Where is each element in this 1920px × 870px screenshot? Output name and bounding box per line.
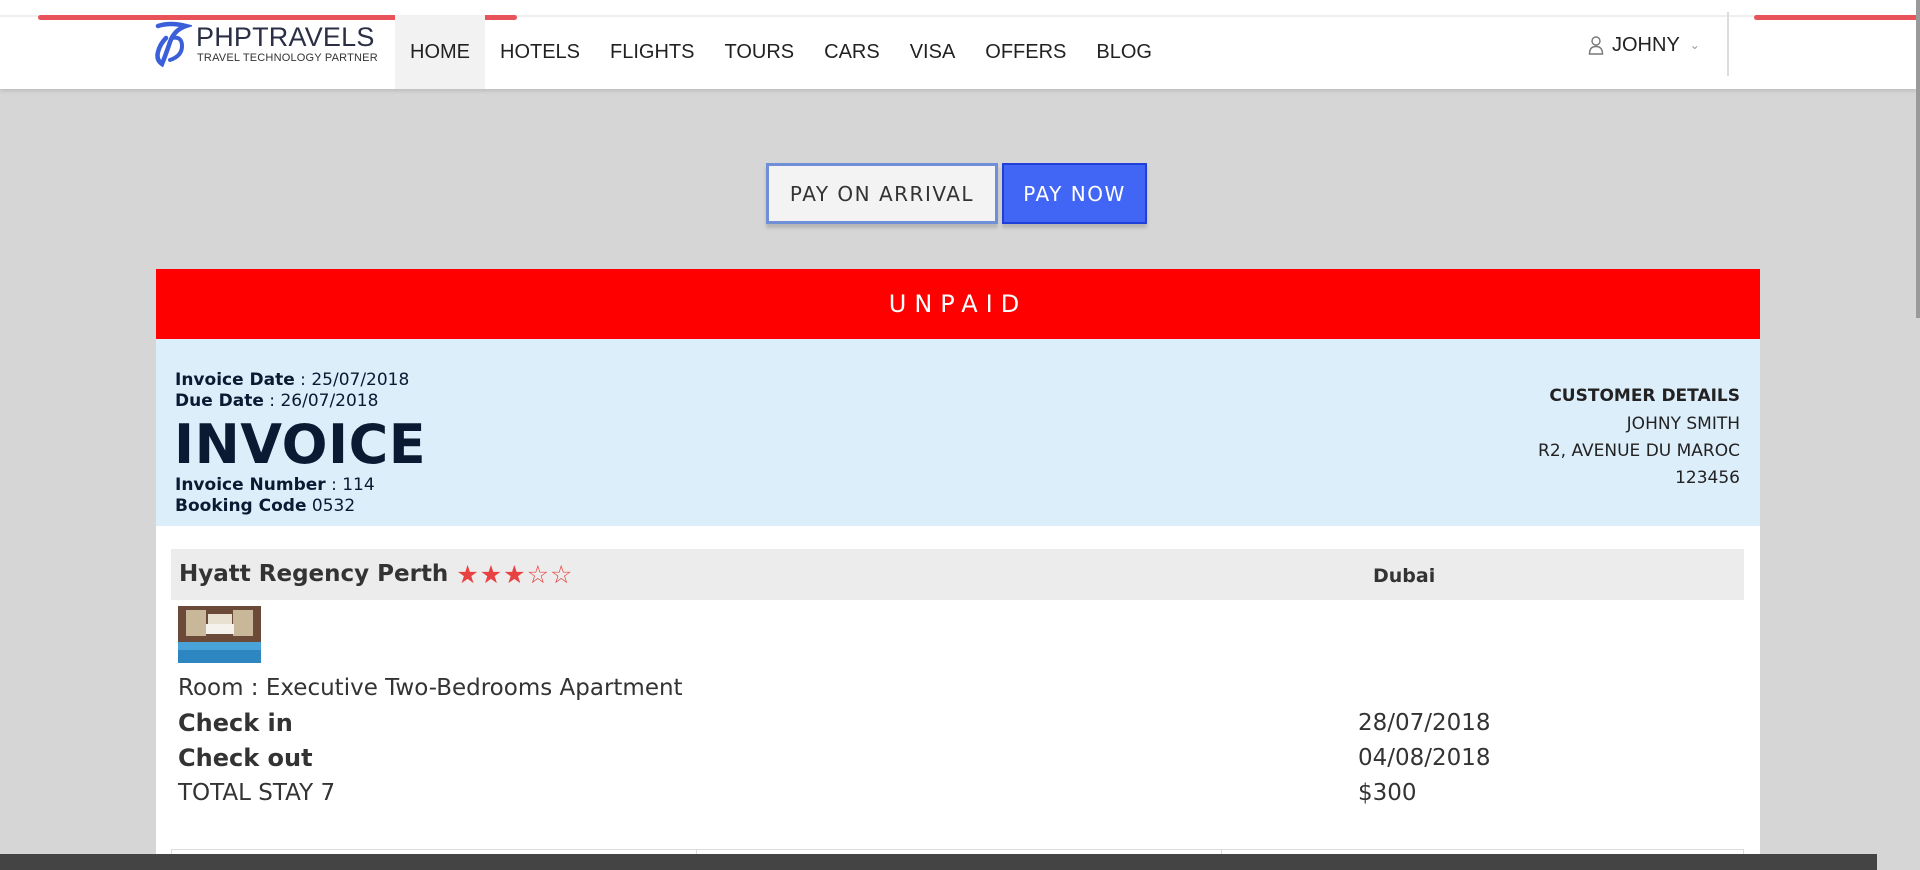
customer-details-title: CUSTOMER DETAILS bbox=[1549, 386, 1740, 406]
customer-address: R2, AVENUE DU MAROC bbox=[1538, 441, 1740, 461]
invoice-date-label: Invoice Date bbox=[175, 370, 295, 390]
total-stay-label: TOTAL STAY 7 bbox=[178, 780, 336, 806]
invoice-body: Hyatt Regency Perth ★ ★ ★ ☆ ☆ Dubai Room… bbox=[156, 526, 1760, 870]
page-load-progress-bar-right bbox=[1754, 15, 1920, 20]
booking-code: 0532 bbox=[311, 496, 356, 516]
nav-cars[interactable]: CARS bbox=[809, 15, 895, 89]
invoice-header: Invoice Date : 25/07/2018 Due Date : 26/… bbox=[156, 339, 1760, 526]
due-date-line: Due Date : 26/07/2018 bbox=[175, 391, 379, 411]
booking-code-label: Booking Code bbox=[175, 496, 307, 516]
hotel-name: Hyatt Regency Perth bbox=[179, 561, 449, 587]
booking-code-line: Booking Code 0532 bbox=[175, 496, 355, 516]
total-price: $300 bbox=[1358, 780, 1417, 806]
nav-visa[interactable]: VISA bbox=[895, 15, 971, 89]
pay-now-button[interactable]: PAY NOW bbox=[1002, 163, 1147, 224]
room-label: Room bbox=[178, 675, 244, 701]
nav-offers[interactable]: OFFERS bbox=[970, 15, 1081, 89]
customer-phone: 123456 bbox=[1675, 468, 1740, 488]
user-name: JOHNY bbox=[1612, 33, 1680, 56]
star-empty-icon: ☆ bbox=[526, 559, 549, 589]
brand-name: PHPTRAVELS bbox=[196, 22, 375, 52]
star-filled-icon: ★ bbox=[479, 559, 503, 589]
invoice-status-banner: UNPAID bbox=[156, 269, 1760, 339]
pay-on-arrival-button[interactable]: PAY ON ARRIVAL bbox=[766, 163, 998, 224]
hotel-title: Hyatt Regency Perth ★ ★ ★ ☆ ☆ bbox=[179, 561, 572, 587]
star-filled-icon: ★ bbox=[456, 559, 479, 589]
hotel-row: Hyatt Regency Perth ★ ★ ★ ☆ ☆ Dubai bbox=[171, 549, 1744, 600]
nav-tours[interactable]: TOURS bbox=[709, 15, 809, 89]
main-nav: HOME HOTELS FLIGHTS TOURS CARS VISA OFFE… bbox=[395, 15, 1167, 89]
invoice-number: 114 bbox=[342, 475, 375, 495]
top-header: PHPTRAVELS TRAVEL TECHNOLOGY PARTNER HOM… bbox=[0, 0, 1920, 89]
due-date-label: Due Date bbox=[175, 391, 264, 411]
due-date: 26/07/2018 bbox=[280, 391, 379, 411]
brand-tagline: TRAVEL TECHNOLOGY PARTNER bbox=[197, 52, 378, 64]
check-in-label: Check in bbox=[178, 709, 293, 737]
invoice-number-line: Invoice Number : 114 bbox=[175, 475, 375, 495]
header-divider bbox=[1727, 12, 1729, 76]
star-empty-icon: ☆ bbox=[550, 559, 573, 589]
check-in-date: 28/07/2018 bbox=[1358, 710, 1491, 736]
check-out-date: 04/08/2018 bbox=[1358, 745, 1491, 771]
chevron-down-icon: ⌄ bbox=[1689, 38, 1700, 52]
star-filled-icon: ★ bbox=[503, 559, 526, 589]
hotel-thumbnail bbox=[178, 606, 261, 663]
hotel-city: Dubai bbox=[1373, 565, 1436, 587]
invoice-date: 25/07/2018 bbox=[311, 370, 410, 390]
page-scrollbar[interactable] bbox=[1916, 0, 1920, 318]
nav-hotels[interactable]: HOTELS bbox=[485, 15, 595, 89]
room-type: Executive Two-Bedrooms Apartment bbox=[265, 675, 683, 701]
hotel-rating: ★ ★ ★ ☆ ☆ bbox=[456, 562, 572, 587]
nav-home[interactable]: HOME bbox=[395, 15, 485, 89]
brand-logo-icon bbox=[155, 21, 192, 68]
invoice-date-line: Invoice Date : 25/07/2018 bbox=[175, 370, 410, 390]
user-icon bbox=[1588, 36, 1604, 55]
invoice-number-label: Invoice Number bbox=[175, 475, 326, 495]
room-line: Room : Executive Two-Bedrooms Apartment bbox=[178, 675, 683, 701]
nav-flights[interactable]: FLIGHTS bbox=[595, 15, 709, 89]
user-menu[interactable]: JOHNY ⌄ bbox=[1588, 30, 1700, 60]
bottom-bar bbox=[0, 854, 1877, 870]
invoice-title: INVOICE bbox=[174, 413, 427, 476]
check-out-label: Check out bbox=[178, 744, 313, 772]
customer-name: JOHNY SMITH bbox=[1626, 414, 1740, 434]
brand-logo[interactable]: PHPTRAVELS TRAVEL TECHNOLOGY PARTNER bbox=[152, 20, 382, 70]
nav-blog[interactable]: BLOG bbox=[1081, 15, 1167, 89]
